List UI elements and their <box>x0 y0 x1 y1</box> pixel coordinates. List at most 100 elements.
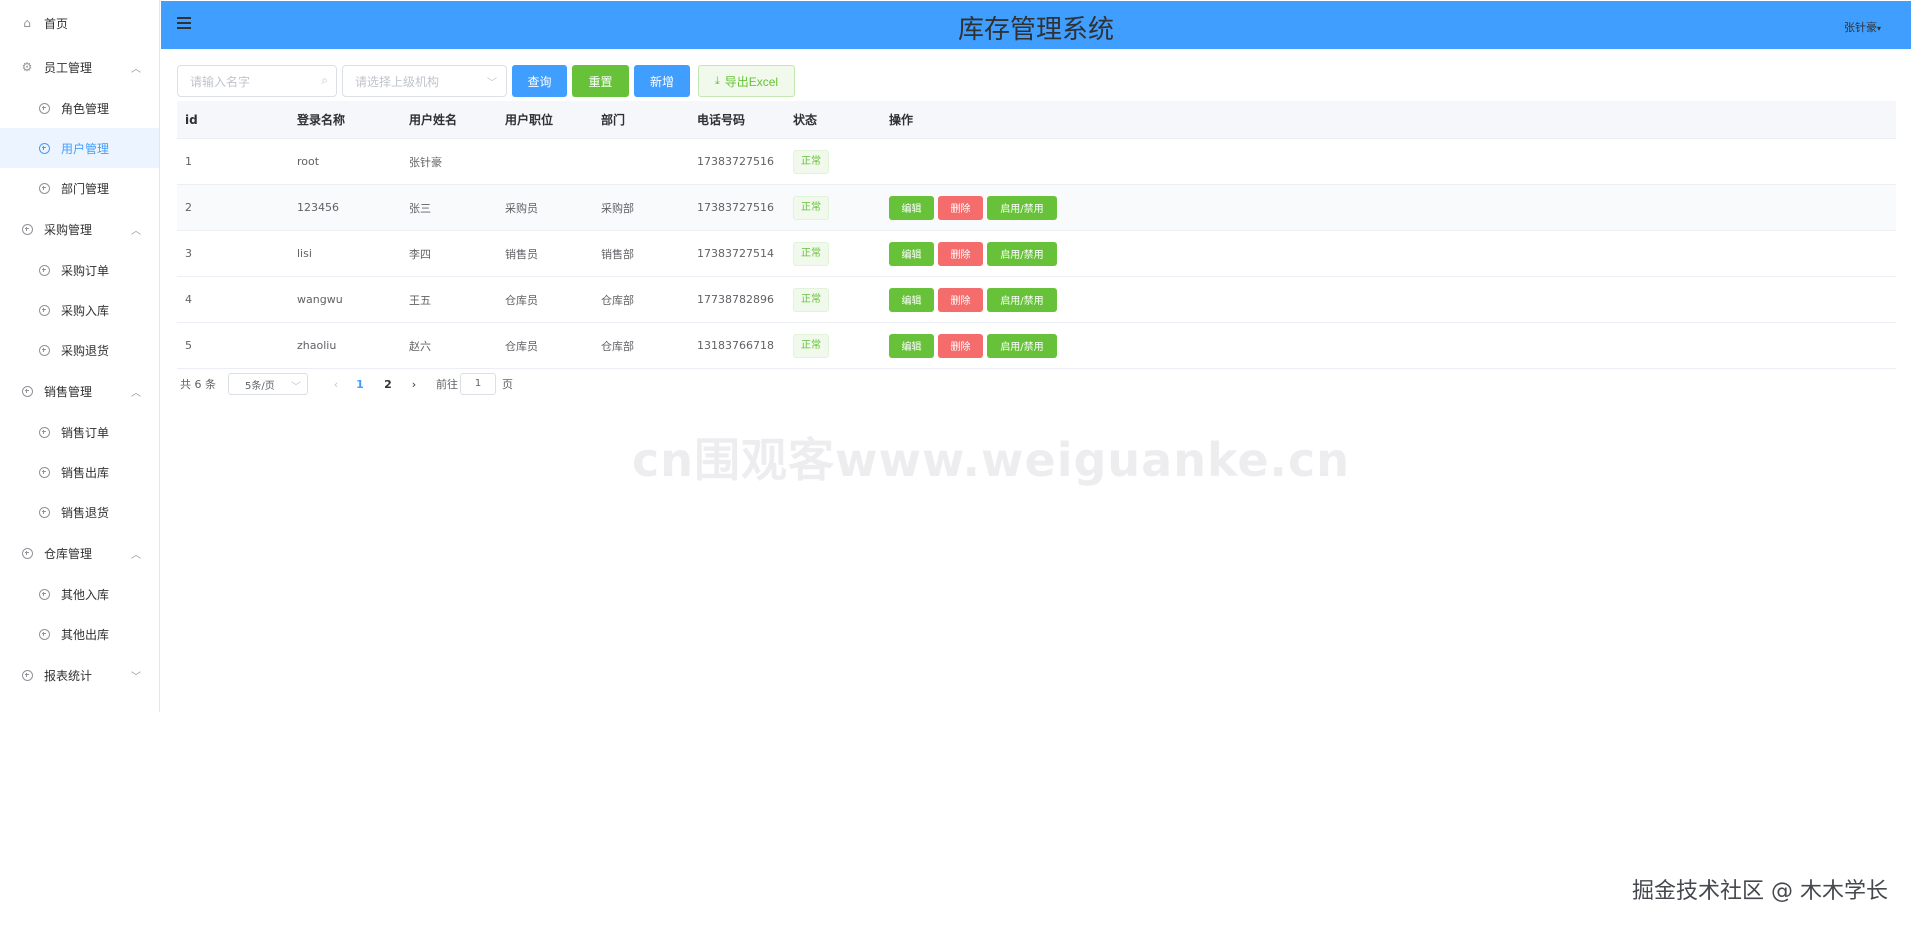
cell-position: 仓库员 <box>505 339 538 353</box>
sidebar-item-label: 其他入库 <box>61 587 110 602</box>
sidebar-item-purchase-orders[interactable]: 采购订单 <box>0 250 159 290</box>
center-watermark: cn围观客www.weiguanke.cn <box>632 433 1351 487</box>
table-row: 1 root 张针豪 17383727516 正常 <box>177 139 1896 185</box>
menu-bullet-icon <box>20 668 34 682</box>
sidebar-item-purchase-inbound[interactable]: 采购入库 <box>0 290 159 330</box>
sidebar-item-sales-outbound[interactable]: 销售出库 <box>0 452 159 492</box>
download-icon: ⤓ <box>714 74 720 87</box>
sidebar-group-label: 销售管理 <box>44 384 93 399</box>
edit-button[interactable]: 编辑 <box>889 287 934 312</box>
sidebar-group-label: 员工管理 <box>44 60 93 75</box>
chevron-up-icon: ︿ <box>131 549 141 561</box>
table-header: id 登录名称 用户姓名 用户职位 部门 电话号码 状态 操作 <box>177 101 1896 139</box>
chevron-up-icon: ︿ <box>131 387 141 399</box>
sidebar-item-roles[interactable]: 角色管理 <box>0 88 159 128</box>
cell-id: 3 <box>185 247 192 260</box>
cell-login: zhaoliu <box>297 339 337 352</box>
menu-bullet-icon <box>37 343 51 357</box>
caret-down-icon: ▾ <box>1876 24 1881 33</box>
page-number[interactable]: 2 <box>374 378 402 391</box>
goto-page-input[interactable]: 1 <box>460 373 496 395</box>
sidebar-group-warehouse[interactable]: 仓库管理 ︿ <box>0 532 159 574</box>
table-row: 5 zhaoliu 赵六 仓库员 仓库部 13183766718 正常 编辑 删… <box>177 323 1896 369</box>
delete-button[interactable]: 删除 <box>938 333 983 358</box>
delete-button[interactable]: 删除 <box>938 195 983 220</box>
toggle-enable-button[interactable]: 启用/禁用 <box>987 287 1057 312</box>
sidebar-group-reports[interactable]: 报表统计 ﹀ <box>0 654 159 696</box>
user-menu[interactable]: 张针豪▾ <box>1844 19 1881 35</box>
add-button[interactable]: 新增 <box>634 65 690 97</box>
chevron-down-icon: ﹀ <box>487 78 497 89</box>
sidebar-group-staff[interactable]: ⚙ 员工管理 ︿ <box>0 46 159 88</box>
cell-id: 4 <box>185 293 192 306</box>
cell-dept: 仓库部 <box>601 339 634 353</box>
cell-status: 正常 <box>785 333 881 358</box>
cell-actions: 编辑 删除 启用/禁用 <box>881 241 1896 266</box>
cell-login: root <box>297 155 320 168</box>
page-size-select[interactable]: 5条/页 ﹀ <box>228 373 308 395</box>
cell-login: wangwu <box>297 293 343 306</box>
sidebar-item-label: 首页 <box>44 16 69 31</box>
page-number[interactable]: 1 <box>346 378 374 391</box>
user-name: 张针豪 <box>1843 21 1877 34</box>
sidebar-item-users[interactable]: 用户管理 <box>0 128 159 168</box>
toggle-enable-button[interactable]: 启用/禁用 <box>987 241 1057 266</box>
reset-button[interactable]: 重置 <box>572 65 629 97</box>
page-suffix: 页 <box>502 378 513 391</box>
query-button[interactable]: 查询 <box>512 65 567 97</box>
cell-id: 2 <box>185 201 192 214</box>
sidebar-item-label: 角色管理 <box>61 101 110 116</box>
menu-bullet-icon <box>37 263 51 277</box>
edit-button[interactable]: 编辑 <box>889 333 934 358</box>
sidebar-item-home[interactable]: ⌂ 首页 <box>0 0 159 46</box>
cell-name: 张针豪 <box>409 155 442 169</box>
cell-position: 销售员 <box>505 247 538 261</box>
cell-login: 123456 <box>297 201 339 214</box>
toggle-enable-button[interactable]: 启用/禁用 <box>987 333 1057 358</box>
column-header: id <box>185 112 198 127</box>
menu-bullet-icon <box>20 384 34 398</box>
sidebar-group-label: 报表统计 <box>44 668 93 683</box>
export-excel-button[interactable]: ⤓ 导出Excel <box>698 65 795 97</box>
org-select[interactable]: 请选择上级机构 ﹀ <box>342 65 507 97</box>
total-count: 共 6 条 <box>180 378 216 391</box>
sidebar-item-other-outbound[interactable]: 其他出库 <box>0 614 159 654</box>
sidebar-group-sales[interactable]: 销售管理 ︿ <box>0 370 159 412</box>
toggle-enable-button[interactable]: 启用/禁用 <box>987 195 1057 220</box>
sidebar-item-label: 其他出库 <box>61 627 110 642</box>
cell-id: 5 <box>185 339 192 352</box>
menu-bullet-icon <box>37 303 51 317</box>
sidebar-item-label: 采购退货 <box>61 343 110 358</box>
sidebar-item-other-inbound[interactable]: 其他入库 <box>0 574 159 614</box>
menu-bullet-icon <box>37 181 51 195</box>
sidebar-group-purchase[interactable]: 采购管理 ︿ <box>0 208 159 250</box>
search-input[interactable]: 请输入名字 ⌕ <box>177 65 337 97</box>
edit-button[interactable]: 编辑 <box>889 195 934 220</box>
cell-login: lisi <box>297 247 312 260</box>
sidebar-item-label: 销售退货 <box>61 505 110 520</box>
next-page-icon[interactable]: › <box>402 378 426 391</box>
sidebar-item-sales-returns[interactable]: 销售退货 <box>0 492 159 532</box>
cell-phone: 17738782896 <box>697 293 774 306</box>
sidebar-item-label: 采购订单 <box>61 263 110 278</box>
edit-button[interactable]: 编辑 <box>889 241 934 266</box>
prev-page-icon[interactable]: ‹ <box>326 378 346 391</box>
delete-button[interactable]: 删除 <box>938 241 983 266</box>
cell-actions: 编辑 删除 启用/禁用 <box>881 195 1896 220</box>
sidebar-item-label: 用户管理 <box>61 141 110 156</box>
sidebar-item-sales-orders[interactable]: 销售订单 <box>0 412 159 452</box>
sidebar-item-departments[interactable]: 部门管理 <box>0 168 159 208</box>
org-placeholder: 请选择上级机构 <box>355 74 440 89</box>
gear-icon: ⚙ <box>21 60 33 74</box>
column-header: 操作 <box>889 113 914 127</box>
column-header: 电话号码 <box>697 113 746 127</box>
sidebar-item-purchase-returns[interactable]: 采购退货 <box>0 330 159 370</box>
cell-name: 王五 <box>409 293 431 307</box>
delete-button[interactable]: 删除 <box>938 287 983 312</box>
cell-position: 仓库员 <box>505 293 538 307</box>
app-root: ⌂ 首页 ⚙ 员工管理 ︿ 角色管理 用户管理 部门管理 采购管理 ︿ 采购订单 <box>0 0 1912 930</box>
chevron-down-icon: ﹀ <box>131 671 141 683</box>
sidebar-group-label: 仓库管理 <box>44 546 93 561</box>
cell-dept: 采购部 <box>601 201 634 215</box>
goto-label: 前往 <box>436 378 458 391</box>
